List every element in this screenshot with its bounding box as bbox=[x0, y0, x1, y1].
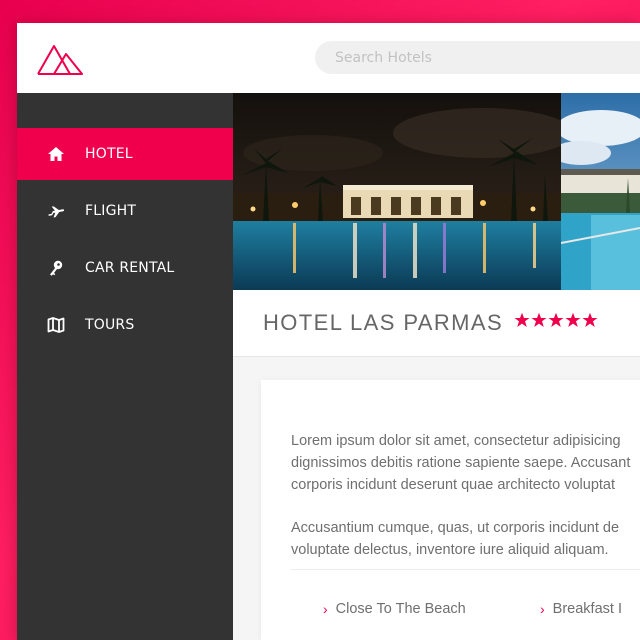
sidebar-item-label: TOURS bbox=[85, 317, 135, 333]
hotel-photo-day-pool[interactable] bbox=[561, 93, 640, 290]
text-line: dignissimos debitis ratione sapiente sae… bbox=[291, 455, 631, 471]
description-card: Lorem ipsum dolor sit amet, consectetur … bbox=[261, 380, 640, 640]
star-icon bbox=[514, 312, 530, 327]
hotel-header: HOTEL LAS PARMAS bbox=[233, 290, 640, 357]
text-line: voluptate delectus, inventore iure aliqu… bbox=[291, 542, 609, 558]
mountain-logo-icon[interactable] bbox=[37, 40, 83, 76]
key-icon bbox=[50, 260, 63, 276]
star-rating bbox=[514, 312, 598, 328]
star-icon bbox=[582, 312, 598, 327]
star-icon bbox=[531, 312, 547, 327]
sidebar-item-tours[interactable]: TOURS bbox=[17, 299, 233, 351]
divider bbox=[291, 569, 640, 570]
photo-gallery[interactable] bbox=[233, 93, 640, 290]
star-icon bbox=[548, 312, 564, 327]
feature-item: › Breakfast I bbox=[540, 601, 622, 617]
sidebar-item-label: CAR RENTAL bbox=[85, 260, 175, 276]
sidebar-item-flight[interactable]: FLIGHT bbox=[17, 185, 233, 237]
search-input[interactable] bbox=[315, 41, 640, 74]
feature-item: › Close To The Beach bbox=[323, 601, 466, 617]
text-line: Accusantium cumque, quas, ut corporis in… bbox=[291, 520, 620, 536]
star-icon bbox=[565, 312, 581, 327]
sidebar-item-hotel[interactable]: HOTEL bbox=[17, 128, 233, 180]
sidebar: HOTEL FLIGHT CAR RENTAL TOURS bbox=[17, 93, 233, 640]
hotel-name: HOTEL LAS PARMAS bbox=[263, 310, 504, 335]
description-paragraph: Lorem ipsum dolor sit amet, consectetur … bbox=[291, 430, 640, 496]
sidebar-item-label: HOTEL bbox=[85, 146, 133, 162]
hotel-photo-night-pool[interactable] bbox=[233, 93, 561, 290]
chevron-right-icon: › bbox=[323, 601, 328, 617]
feature-label: Breakfast I bbox=[552, 601, 622, 617]
top-bar bbox=[17, 23, 640, 93]
sidebar-item-car-rental[interactable]: CAR RENTAL bbox=[17, 242, 233, 294]
chevron-right-icon: › bbox=[540, 601, 545, 617]
text-line: corporis incidunt deserunt quae architec… bbox=[291, 477, 616, 493]
text-line: Lorem ipsum dolor sit amet, consectetur … bbox=[291, 433, 621, 449]
description-paragraph: Accusantium cumque, quas, ut corporis in… bbox=[291, 517, 640, 561]
feature-label: Close To The Beach bbox=[335, 601, 466, 617]
home-icon bbox=[48, 147, 64, 161]
sidebar-item-label: FLIGHT bbox=[85, 203, 137, 219]
map-icon bbox=[47, 317, 65, 333]
plane-icon bbox=[48, 206, 65, 218]
